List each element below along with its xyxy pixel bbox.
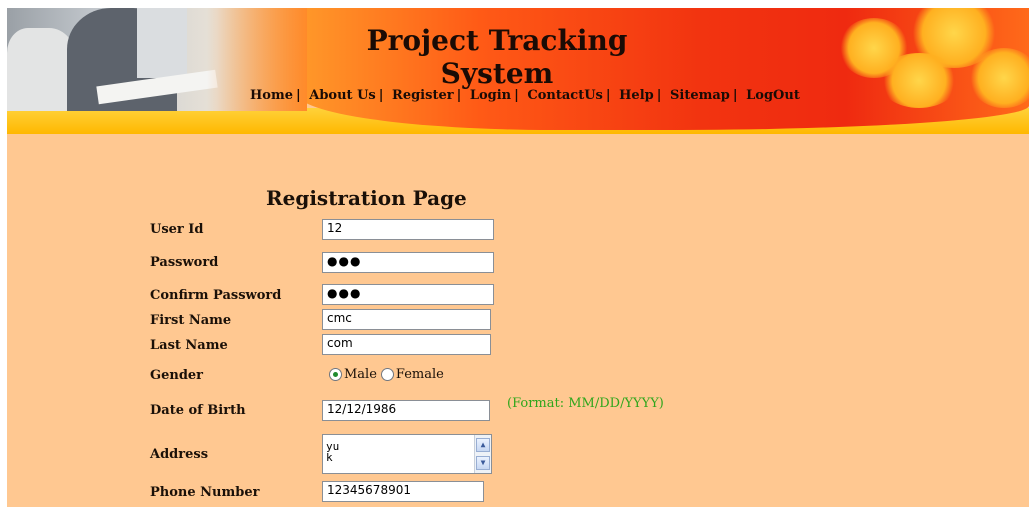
- header-banner: Project Tracking System Home | About Us | …: [7, 8, 1029, 136]
- first-name-input[interactable]: cmc: [322, 309, 491, 330]
- address-scrollbar[interactable]: ▲ ▼: [474, 435, 491, 473]
- banner-flower-decoration: [819, 8, 1029, 108]
- dob-format-hint: (Format: MM/DD/YYYY): [507, 396, 664, 411]
- nav-login-link[interactable]: Login: [470, 88, 511, 103]
- user-id-input[interactable]: 12: [322, 219, 494, 240]
- page-heading: Registration Page: [266, 186, 467, 210]
- top-nav: Home | About Us | Register | Login | Contact…: [250, 88, 800, 103]
- last-name-input[interactable]: com: [322, 334, 491, 355]
- phone-label: Phone Number: [150, 485, 260, 500]
- nav-sitemap-link[interactable]: Sitemap: [670, 88, 730, 103]
- dob-label: Date of Birth: [150, 403, 246, 418]
- gender-male-label: Male: [344, 367, 377, 382]
- password-label: Password: [150, 255, 219, 270]
- confirm-password-label: Confirm Password: [150, 288, 282, 303]
- scroll-up-arrow-icon[interactable]: ▲: [476, 438, 490, 452]
- gender-female-radio[interactable]: [380, 368, 394, 381]
- page: Project Tracking System Home | About Us | …: [7, 8, 1029, 507]
- gender-radio-group: Male Female: [329, 367, 444, 382]
- phone-input[interactable]: 12345678901: [322, 481, 484, 502]
- address-line: yu: [326, 440, 340, 453]
- nav-help-link[interactable]: Help: [619, 88, 654, 103]
- address-line: k: [326, 451, 333, 464]
- nav-register-link[interactable]: Register: [392, 88, 454, 103]
- site-title: Project Tracking System: [366, 24, 628, 90]
- gender-male-radio[interactable]: [329, 368, 342, 381]
- scroll-down-arrow-icon[interactable]: ▼: [476, 456, 490, 470]
- first-name-label: First Name: [150, 313, 232, 328]
- nav-about-link[interactable]: About Us: [309, 88, 376, 103]
- user-id-label: User Id: [150, 222, 204, 237]
- nav-contact-link[interactable]: ContactUs: [527, 88, 602, 103]
- address-textarea[interactable]: ‾‾‾‾ yu k ▲ ▼: [322, 434, 492, 474]
- dob-input[interactable]: 12/12/1986: [322, 400, 490, 421]
- nav-home-link[interactable]: Home: [250, 88, 293, 103]
- password-input[interactable]: ●●●: [322, 252, 494, 273]
- nav-logout-link[interactable]: LogOut: [746, 88, 800, 103]
- confirm-password-input[interactable]: ●●●: [322, 284, 494, 305]
- last-name-label: Last Name: [150, 338, 228, 353]
- gender-label: Gender: [150, 368, 204, 383]
- gender-female-label: Female: [395, 367, 444, 382]
- address-label: Address: [150, 447, 209, 462]
